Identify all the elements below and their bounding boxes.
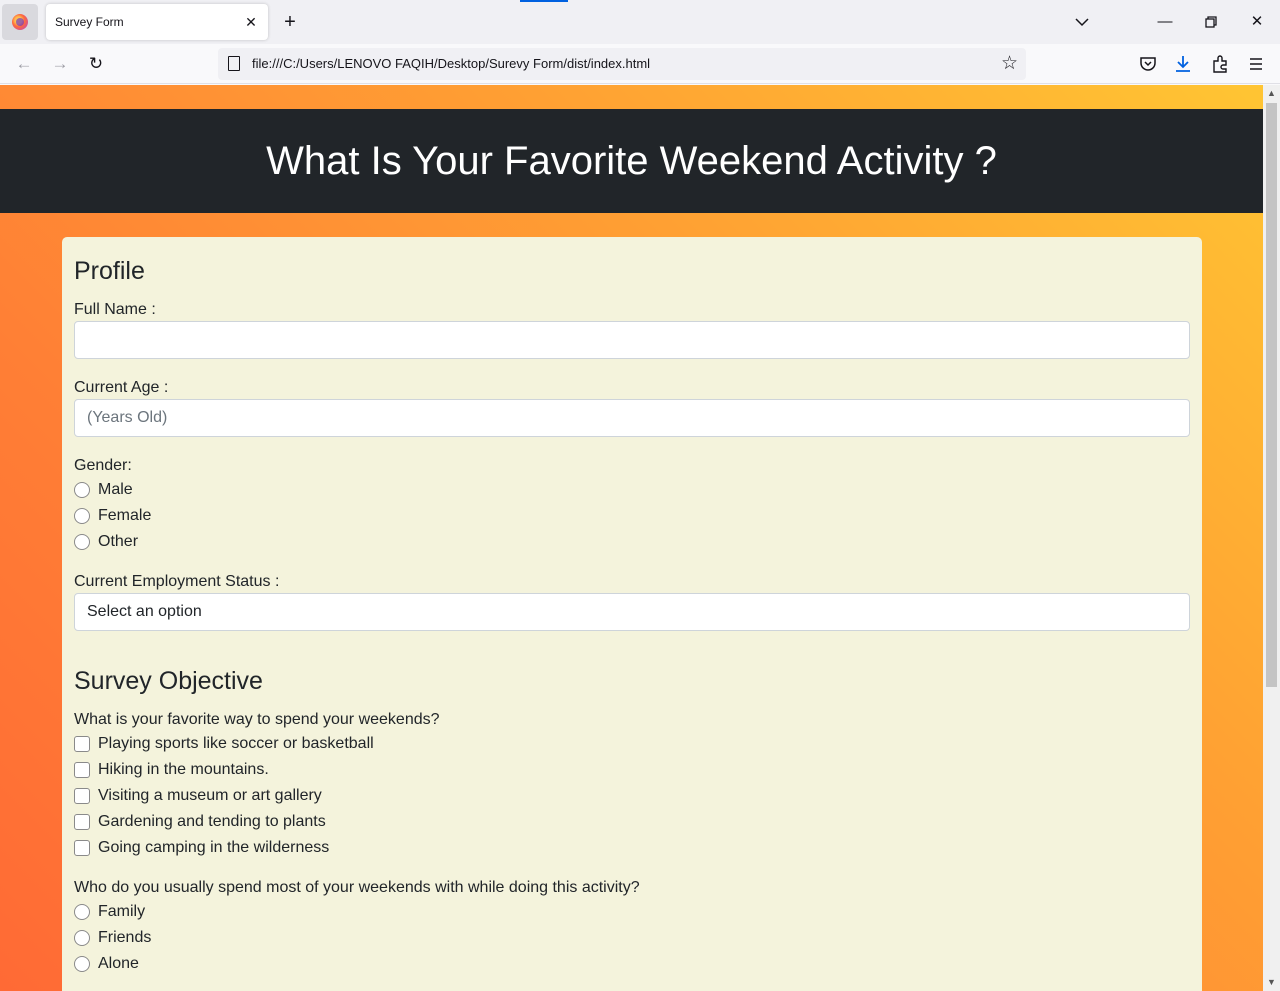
radio-button[interactable]: [74, 534, 90, 550]
vertical-scrollbar[interactable]: ▲ ▼: [1263, 85, 1280, 991]
gender-option-female[interactable]: Female: [74, 505, 151, 527]
checkbox[interactable]: [74, 762, 90, 778]
option-label: Playing sports like soccer or basketball: [98, 735, 374, 752]
companion-option-alone[interactable]: Alone: [74, 953, 139, 975]
download-icon[interactable]: [1171, 52, 1195, 76]
companion-option-friends[interactable]: Friends: [74, 927, 151, 949]
radio-button[interactable]: [74, 482, 90, 498]
forward-icon[interactable]: →: [47, 51, 73, 77]
activity-option-sports[interactable]: Playing sports like soccer or basketball: [74, 733, 374, 755]
plus-icon[interactable]: +: [280, 11, 300, 33]
full-name-input[interactable]: [74, 321, 1190, 359]
url-text[interactable]: file:///C:/Users/LENOVO FAQIH/Desktop/Su…: [252, 56, 650, 71]
full-name-label: Full Name :: [74, 301, 156, 318]
menu-icon[interactable]: [1244, 52, 1268, 76]
activity-option-gardening[interactable]: Gardening and tending to plants: [74, 811, 326, 833]
activity-option-camping[interactable]: Going camping in the wilderness: [74, 837, 329, 859]
option-label: Gardening and tending to plants: [98, 813, 326, 830]
minimize-icon[interactable]: —: [1153, 10, 1177, 34]
window-close-icon[interactable]: ✕: [1245, 10, 1269, 34]
reload-icon[interactable]: ↻: [83, 51, 109, 77]
question-weekend-activity: What is your favorite way to spend your …: [74, 711, 440, 728]
scroll-up-arrow-icon[interactable]: ▲: [1263, 85, 1280, 102]
navigation-bar: ← → ↻ file:///C:/Users/LENOVO FAQIH/Desk…: [0, 44, 1280, 84]
back-icon[interactable]: ←: [11, 51, 37, 77]
option-label: Alone: [98, 955, 139, 972]
pocket-icon[interactable]: [1136, 52, 1160, 76]
checkbox[interactable]: [74, 840, 90, 856]
extensions-icon[interactable]: [1208, 52, 1232, 76]
gender-label: Gender:: [74, 457, 132, 474]
scrollbar-thumb[interactable]: [1266, 103, 1277, 687]
url-bar[interactable]: file:///C:/Users/LENOVO FAQIH/Desktop/Su…: [218, 48, 1026, 80]
radio-button[interactable]: [74, 904, 90, 920]
option-label: Family: [98, 903, 146, 920]
close-icon[interactable]: ✕: [242, 13, 260, 31]
star-icon[interactable]: ☆: [1001, 52, 1018, 76]
tab-bar: Survey Form ✕ + — ✕: [0, 0, 1280, 44]
activity-option-hiking[interactable]: Hiking in the mountains.: [74, 759, 269, 781]
companion-option-family[interactable]: Family: [74, 901, 145, 923]
page-background: What Is Your Favorite Weekend Activity ?…: [0, 85, 1263, 991]
checkbox[interactable]: [74, 788, 90, 804]
option-label: Male: [98, 481, 133, 498]
tab-indicator: [520, 0, 568, 2]
radio-button[interactable]: [74, 508, 90, 524]
option-label: Friends: [98, 929, 152, 946]
tab-survey-form[interactable]: Survey Form ✕: [46, 4, 268, 40]
age-label: Current Age :: [74, 379, 169, 396]
radio-button[interactable]: [74, 956, 90, 972]
gender-option-other[interactable]: Other: [74, 531, 138, 553]
checkbox[interactable]: [74, 736, 90, 752]
page-icon: [228, 56, 240, 71]
objective-section-title: Survey Objective: [74, 667, 263, 695]
page-title: What Is Your Favorite Weekend Activity ?: [0, 109, 1263, 213]
option-label: Going camping in the wilderness: [98, 839, 330, 856]
firefox-view-button[interactable]: [2, 4, 38, 40]
restore-icon[interactable]: [1199, 10, 1223, 34]
option-label: Visiting a museum or art gallery: [98, 787, 322, 804]
question-companions: Who do you usually spend most of your we…: [74, 879, 640, 896]
option-label: Other: [98, 533, 139, 550]
radio-button[interactable]: [74, 930, 90, 946]
activity-option-museum[interactable]: Visiting a museum or art gallery: [74, 785, 322, 807]
age-input[interactable]: (Years Old): [74, 399, 1190, 437]
option-label: Hiking in the mountains.: [98, 761, 269, 778]
profile-section-title: Profile: [74, 257, 145, 285]
scroll-down-arrow-icon[interactable]: ▼: [1263, 974, 1280, 991]
option-label: Female: [98, 507, 152, 524]
survey-form: Profile Full Name : Current Age : (Years…: [62, 237, 1202, 991]
chevron-down-icon[interactable]: [1072, 12, 1092, 32]
employment-label: Current Employment Status :: [74, 573, 280, 590]
employment-select[interactable]: Select an option: [74, 593, 1190, 631]
page-viewport: What Is Your Favorite Weekend Activity ?…: [0, 85, 1280, 991]
firefox-icon: [12, 14, 28, 30]
tab-title: Survey Form: [55, 15, 124, 29]
checkbox[interactable]: [74, 814, 90, 830]
gender-option-male[interactable]: Male: [74, 479, 133, 501]
